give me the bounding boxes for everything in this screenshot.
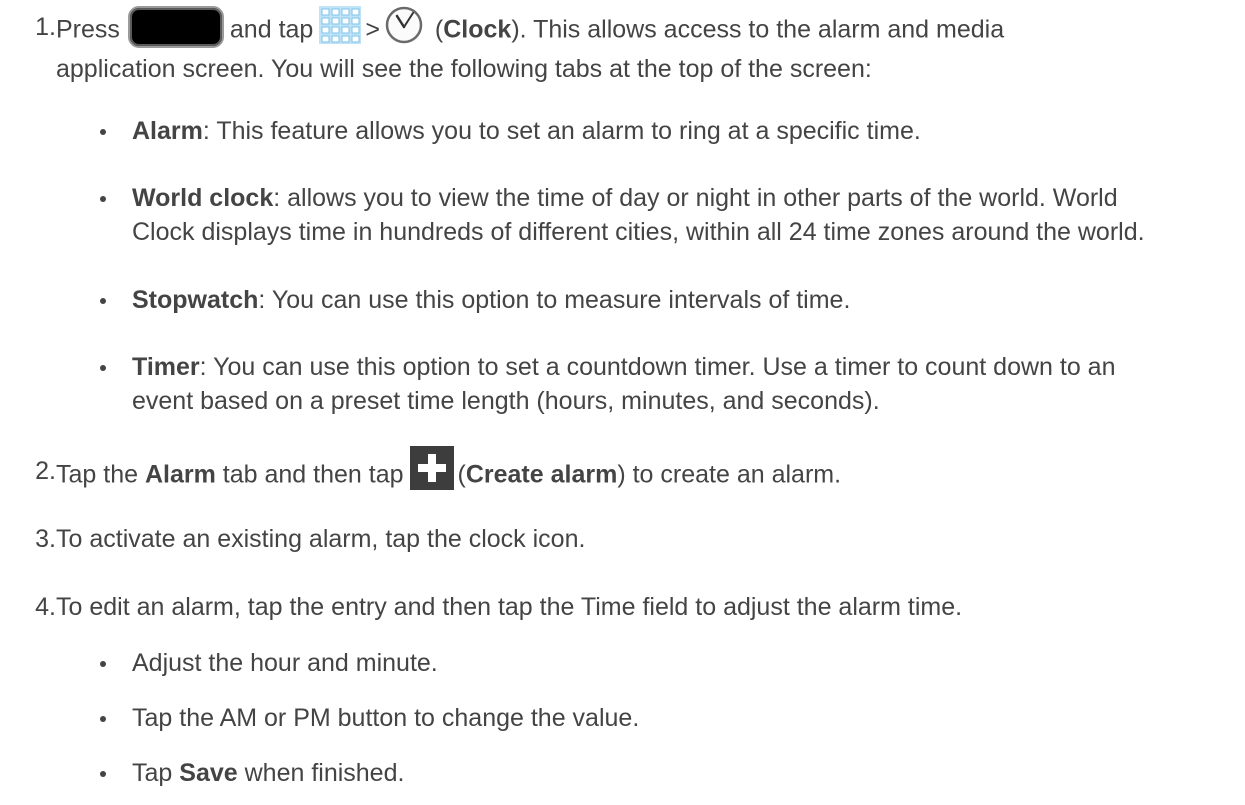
apps-grid-icon xyxy=(319,6,362,44)
step-number: 3. xyxy=(35,525,56,553)
bullet-dot xyxy=(100,298,106,304)
home-key-icon xyxy=(127,6,224,48)
clock-label: Clock xyxy=(443,15,512,44)
create-alarm-label: Create alarm xyxy=(465,460,618,489)
bullet-dot xyxy=(100,129,106,135)
document-page: 1. Press and tap > (Clock). This allows a… xyxy=(0,0,1245,805)
alarm-label: Alarm xyxy=(144,460,216,489)
plus-icon xyxy=(409,446,454,490)
step-text: To edit an alarm, tap the entry and then… xyxy=(56,593,963,621)
bullet-dot xyxy=(100,365,106,371)
step-number: 4. xyxy=(35,593,56,621)
bullet-dot xyxy=(100,661,106,667)
step-text: To activate an existing alarm, tap the c… xyxy=(56,525,586,553)
bullet-dot xyxy=(100,771,106,777)
bullet-dot xyxy=(100,716,106,722)
clock-icon xyxy=(384,5,424,45)
save-label: Save xyxy=(179,759,238,787)
step-text: Press and tap > (Clock). This allows acce… xyxy=(56,6,1245,86)
bullet-dot xyxy=(100,196,106,202)
step-text: Tap the Alarm tab and then tap (Create a… xyxy=(56,446,1245,498)
step-number: 2. xyxy=(35,457,56,485)
step-number: 1. xyxy=(35,13,56,41)
